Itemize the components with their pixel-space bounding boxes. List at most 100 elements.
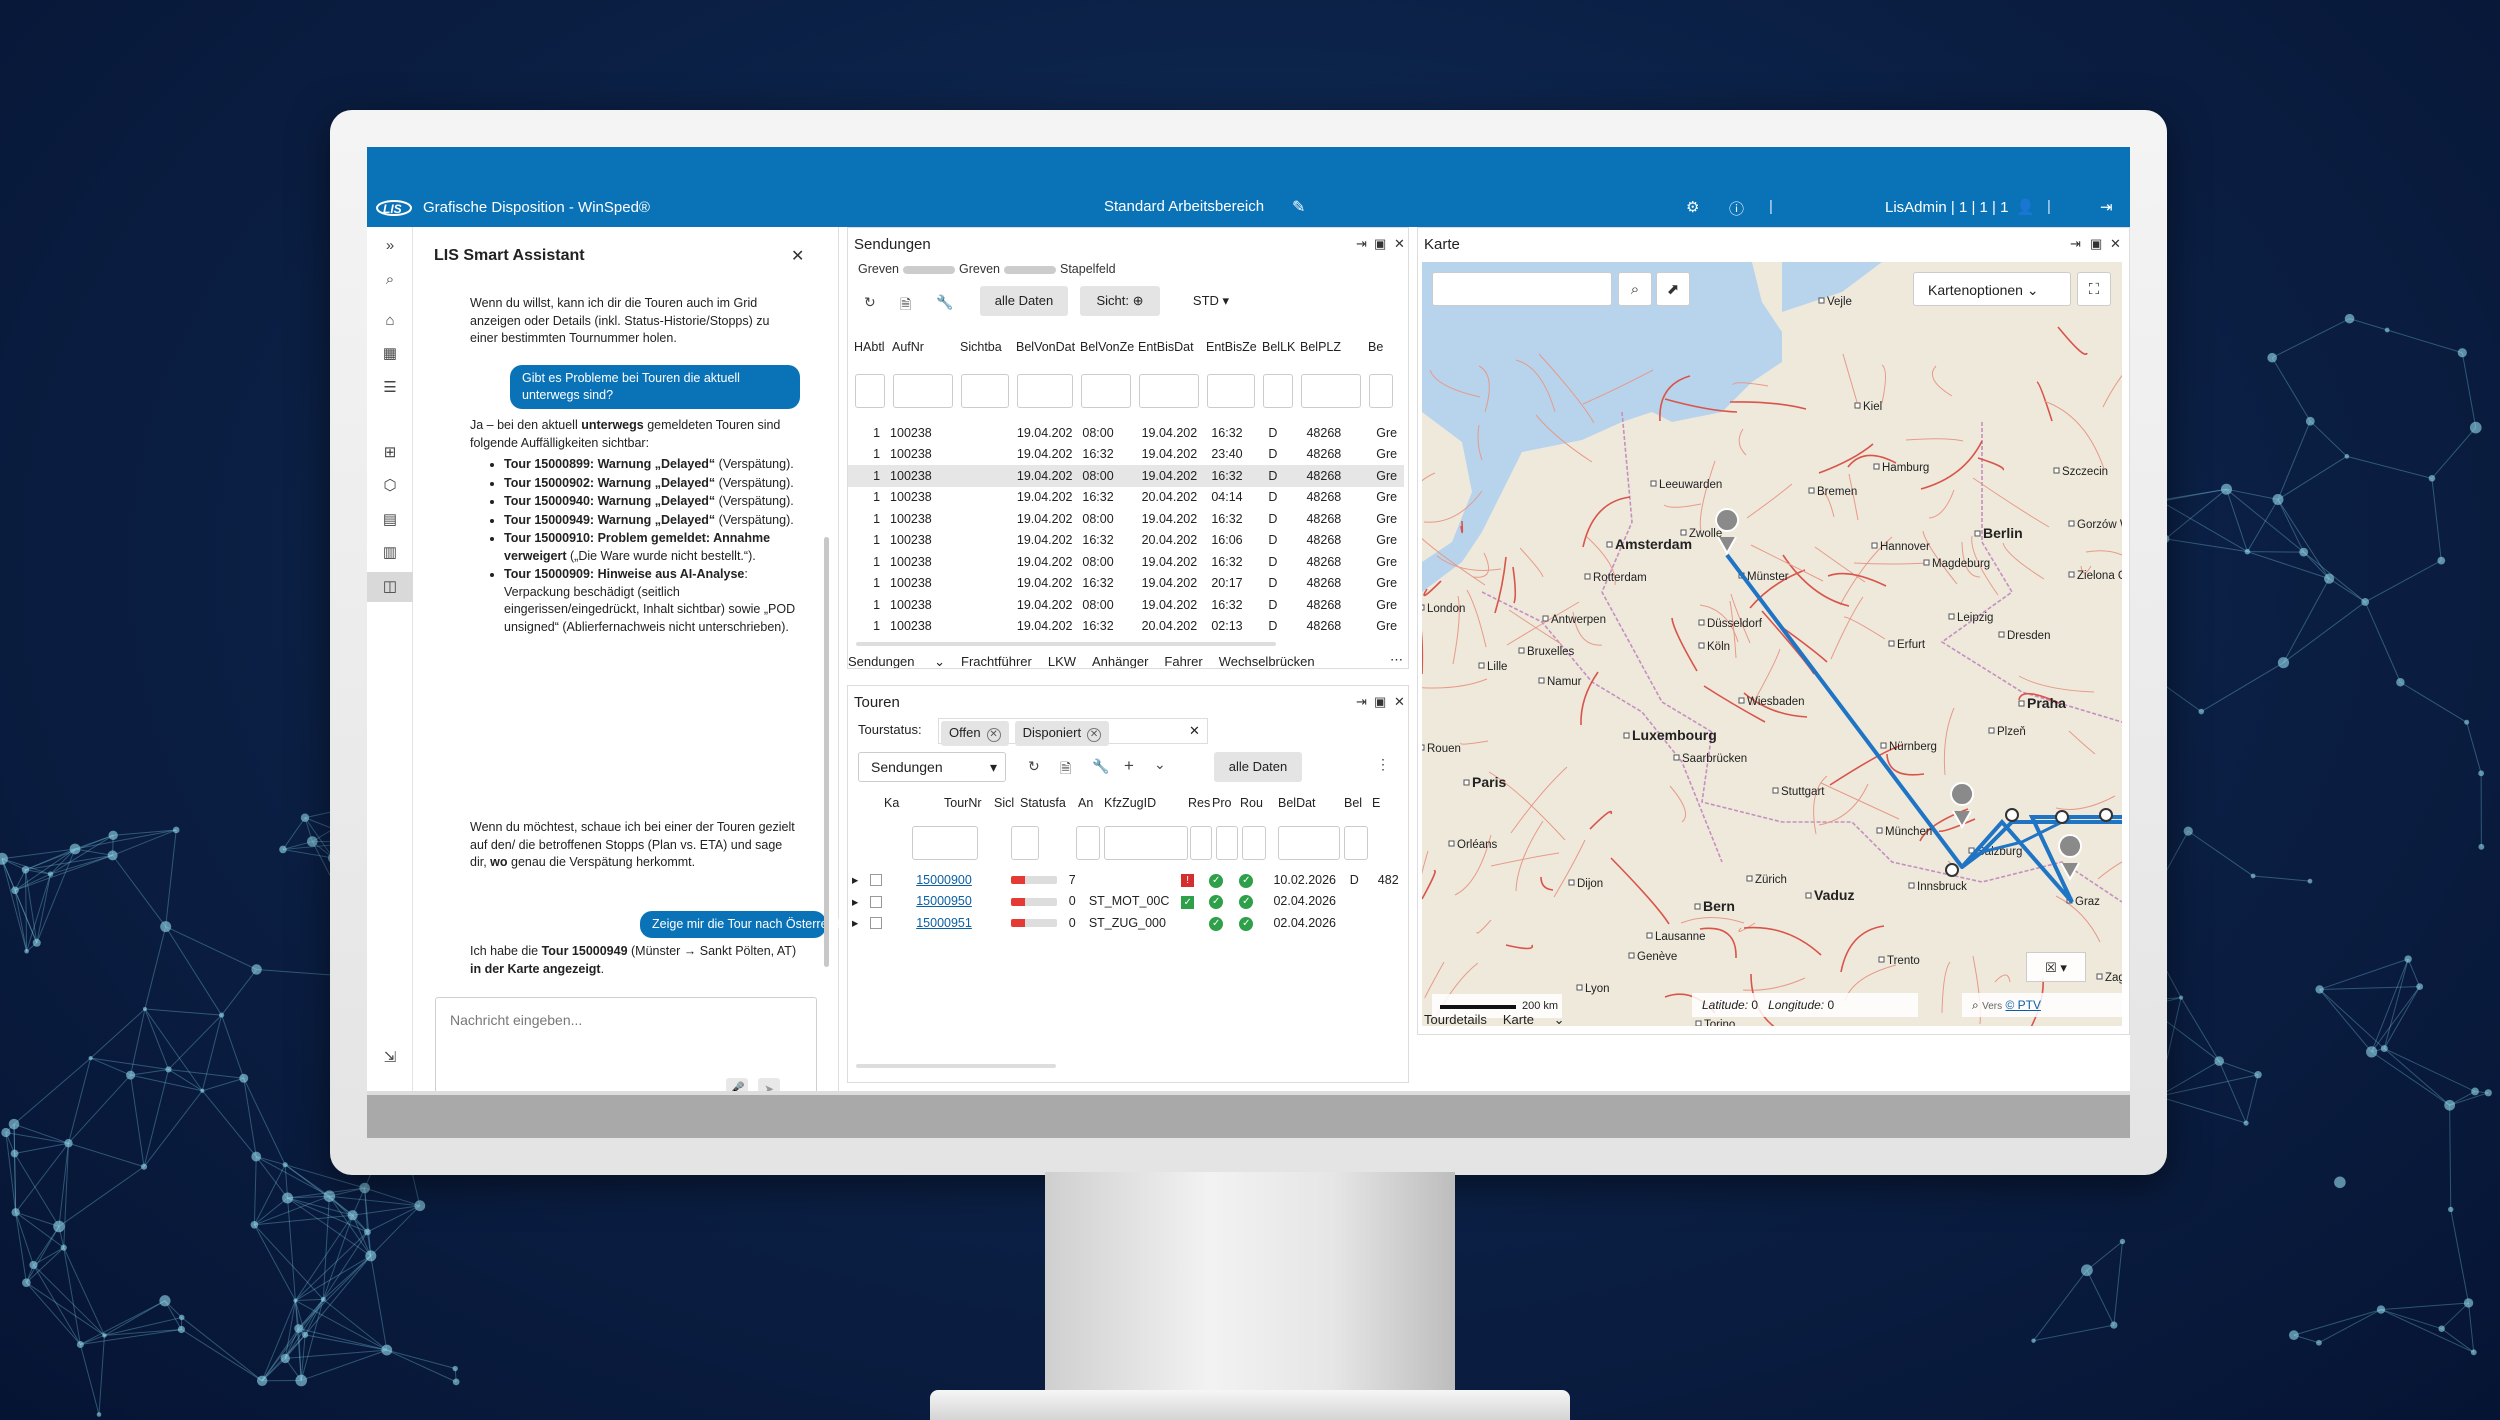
table-row[interactable]: 1 100238 19.04.202 16:32 19.04.202 23:40 D 4826… (848, 444, 1404, 466)
home-icon[interactable]: ⌂ (379, 310, 401, 332)
column-filter-input[interactable] (1207, 374, 1255, 408)
column-filter-input[interactable] (855, 374, 885, 408)
tab-tourdetails[interactable]: Tourdetails (1424, 1012, 1487, 1027)
expand-rail-icon[interactable]: » (379, 235, 401, 257)
map-view[interactable]: Vejle Kiel Hamburg Szczecin Leeuwarden Bremen… (1422, 262, 2122, 1026)
column-header[interactable]: Be (1368, 340, 1398, 354)
horizontal-scrollbar[interactable] (856, 1064, 1056, 1068)
dispatch-icon[interactable]: ⊞ (379, 442, 401, 464)
column-header[interactable]: HAbtl (854, 340, 890, 354)
column-filter-input[interactable] (1278, 826, 1340, 860)
view-button[interactable]: Sicht: ⊕ (1080, 286, 1160, 316)
pin-icon[interactable]: ⇥ (1356, 236, 1367, 252)
table-row[interactable]: 1 100238 19.04.202 08:00 19.04.202 16:32 D 4826… (848, 594, 1404, 616)
horizontal-scrollbar[interactable] (856, 642, 1276, 646)
column-header[interactable]: AufNr (892, 340, 958, 354)
refresh-icon[interactable]: ↻ (1028, 758, 1040, 775)
maximize-icon[interactable]: ▣ (1374, 236, 1386, 252)
column-header[interactable]: Res (1188, 796, 1212, 810)
tour-number-link[interactable]: 15000900 (916, 873, 972, 887)
column-header[interactable]: Rou (1240, 796, 1276, 810)
all-data-button[interactable]: alle Daten (980, 286, 1068, 316)
expand-row-icon[interactable]: ▸ (852, 895, 858, 909)
tourstatus-filter[interactable]: Offen ✕ Disponiert ✕ ✕ (938, 718, 1208, 746)
breadcrumb-item[interactable]: Greven (959, 262, 1000, 276)
clear-filter-icon[interactable]: ✕ (1189, 723, 1200, 739)
column-filter-input[interactable] (1301, 374, 1361, 408)
touren-source-select[interactable]: Sendungen ▾ (858, 752, 1006, 782)
close-assistant-icon[interactable]: ✕ (791, 246, 804, 266)
maximize-icon[interactable]: ▣ (1374, 694, 1386, 710)
more-options-icon[interactable]: ⋮ (1376, 756, 1390, 773)
map-options-dropdown[interactable]: Kartenoptionen ⌄ (1913, 272, 2071, 306)
close-icon[interactable]: ✕ (1394, 236, 1405, 252)
row-checkbox[interactable] (870, 874, 883, 887)
table-row[interactable]: ▸ 15000951 0 ST_ZUG_000 ✓ ✓ 02.04.2026 (848, 912, 1404, 934)
chat-scrollbar[interactable] (824, 537, 829, 967)
column-header[interactable]: BelDat (1278, 796, 1344, 810)
chip-disponiert[interactable]: Disponiert ✕ (1014, 721, 1110, 746)
export-icon[interactable]: 🗎 (900, 294, 911, 318)
column-header[interactable]: Ka (884, 796, 914, 810)
help-icon[interactable]: ⓘ (1729, 198, 1744, 219)
column-filter-input[interactable] (912, 826, 978, 860)
column-filter-input[interactable] (1139, 374, 1199, 408)
column-header[interactable]: Bel (1344, 796, 1372, 810)
user-name[interactable]: LisAdmin | 1 | 1 | 1 (1885, 199, 2008, 216)
column-header[interactable]: BelLK (1262, 340, 1298, 354)
tab-wechselbruecken[interactable]: Wechselbrücken (1219, 654, 1315, 668)
add-icon[interactable]: + (1124, 756, 1134, 776)
logout-icon[interactable]: ⇥ (2100, 198, 2113, 216)
pin-panel-icon[interactable]: ⇲ (379, 1047, 401, 1069)
column-header[interactable]: E (1372, 796, 1402, 810)
chip-offen[interactable]: Offen ✕ (941, 721, 1009, 746)
tab-karte[interactable]: Karte ⌄ (1503, 1012, 1565, 1027)
tab-anhaenger[interactable]: Anhänger (1092, 654, 1148, 668)
expand-row-icon[interactable]: ▸ (852, 916, 858, 930)
search-icon[interactable]: ⌕ (379, 269, 401, 291)
zoom-search-icon[interactable]: ⌕ (1972, 998, 1979, 1012)
column-header[interactable]: BelVonDat (1016, 340, 1078, 354)
fullscreen-icon[interactable]: ⛶ (2077, 272, 2111, 306)
column-header[interactable]: Sicl (994, 796, 1020, 810)
table-row[interactable]: ▸ 15000900 7! ✓ ✓ 10.02.2026 D 482 (848, 869, 1404, 891)
column-filter-input[interactable] (1263, 374, 1293, 408)
column-header[interactable]: EntBisDat (1138, 340, 1204, 354)
user-avatar-icon[interactable]: 👤 (2016, 198, 2035, 216)
column-filter-input[interactable] (1190, 826, 1212, 860)
table-row[interactable]: 1 100238 19.04.202 08:00 19.04.202 16:32 D 4826… (848, 508, 1404, 530)
map-icon[interactable]: ◫ (367, 572, 413, 602)
package-icon[interactable]: ⬡ (379, 475, 401, 497)
column-header[interactable]: Statusfa (1020, 796, 1078, 810)
wrench-icon[interactable]: 🔧 (1092, 758, 1109, 775)
close-icon[interactable]: ✕ (1394, 694, 1405, 710)
all-data-button[interactable]: alle Daten (1214, 752, 1302, 782)
refresh-icon[interactable]: ↻ (864, 294, 876, 311)
workspace-title[interactable]: Standard Arbeitsbereich (1104, 198, 1264, 215)
tab-frachtfuehrer[interactable]: Frachtführer (961, 654, 1032, 668)
column-filter-input[interactable] (1011, 826, 1039, 860)
orders-icon[interactable]: ▤ (379, 509, 401, 531)
settings-gear-icon[interactable]: ⚙ (1686, 198, 1699, 216)
export-icon[interactable]: 🗎 (1060, 758, 1071, 782)
more-tabs-icon[interactable]: ⋯ (1390, 652, 1403, 668)
column-filter-input[interactable] (1104, 826, 1188, 860)
expand-row-icon[interactable]: ▸ (852, 873, 858, 887)
column-header[interactable]: BelVonZe (1080, 340, 1136, 354)
std-view-select[interactable]: STD ▾ (1174, 286, 1248, 316)
column-filter-input[interactable] (1242, 826, 1266, 860)
column-filter-input[interactable] (1369, 374, 1393, 408)
table-row[interactable]: 1 100238 19.04.202 08:00 19.04.202 16:32 D 4826… (848, 465, 1404, 487)
pin-icon[interactable]: ⇥ (2070, 236, 2081, 252)
column-header[interactable]: Pro (1212, 796, 1240, 810)
locate-icon[interactable]: ⬈ (1656, 272, 1690, 306)
map-search-input[interactable] (1432, 272, 1612, 306)
maximize-icon[interactable]: ▣ (2090, 236, 2102, 252)
column-header[interactable]: EntBisZe (1206, 340, 1260, 354)
table-row[interactable]: 1 100238 19.04.202 16:32 20.04.202 16:06 D 4826… (848, 530, 1404, 552)
table-row[interactable]: 1 100238 19.04.202 08:00 19.04.202 16:32 D 4826… (848, 551, 1404, 573)
tour-number-link[interactable]: 15000951 (916, 916, 972, 930)
pin-icon[interactable]: ⇥ (1356, 694, 1367, 710)
wrench-icon[interactable]: 🔧 (936, 294, 953, 311)
expand-icon[interactable]: ⌄ (1154, 756, 1166, 773)
